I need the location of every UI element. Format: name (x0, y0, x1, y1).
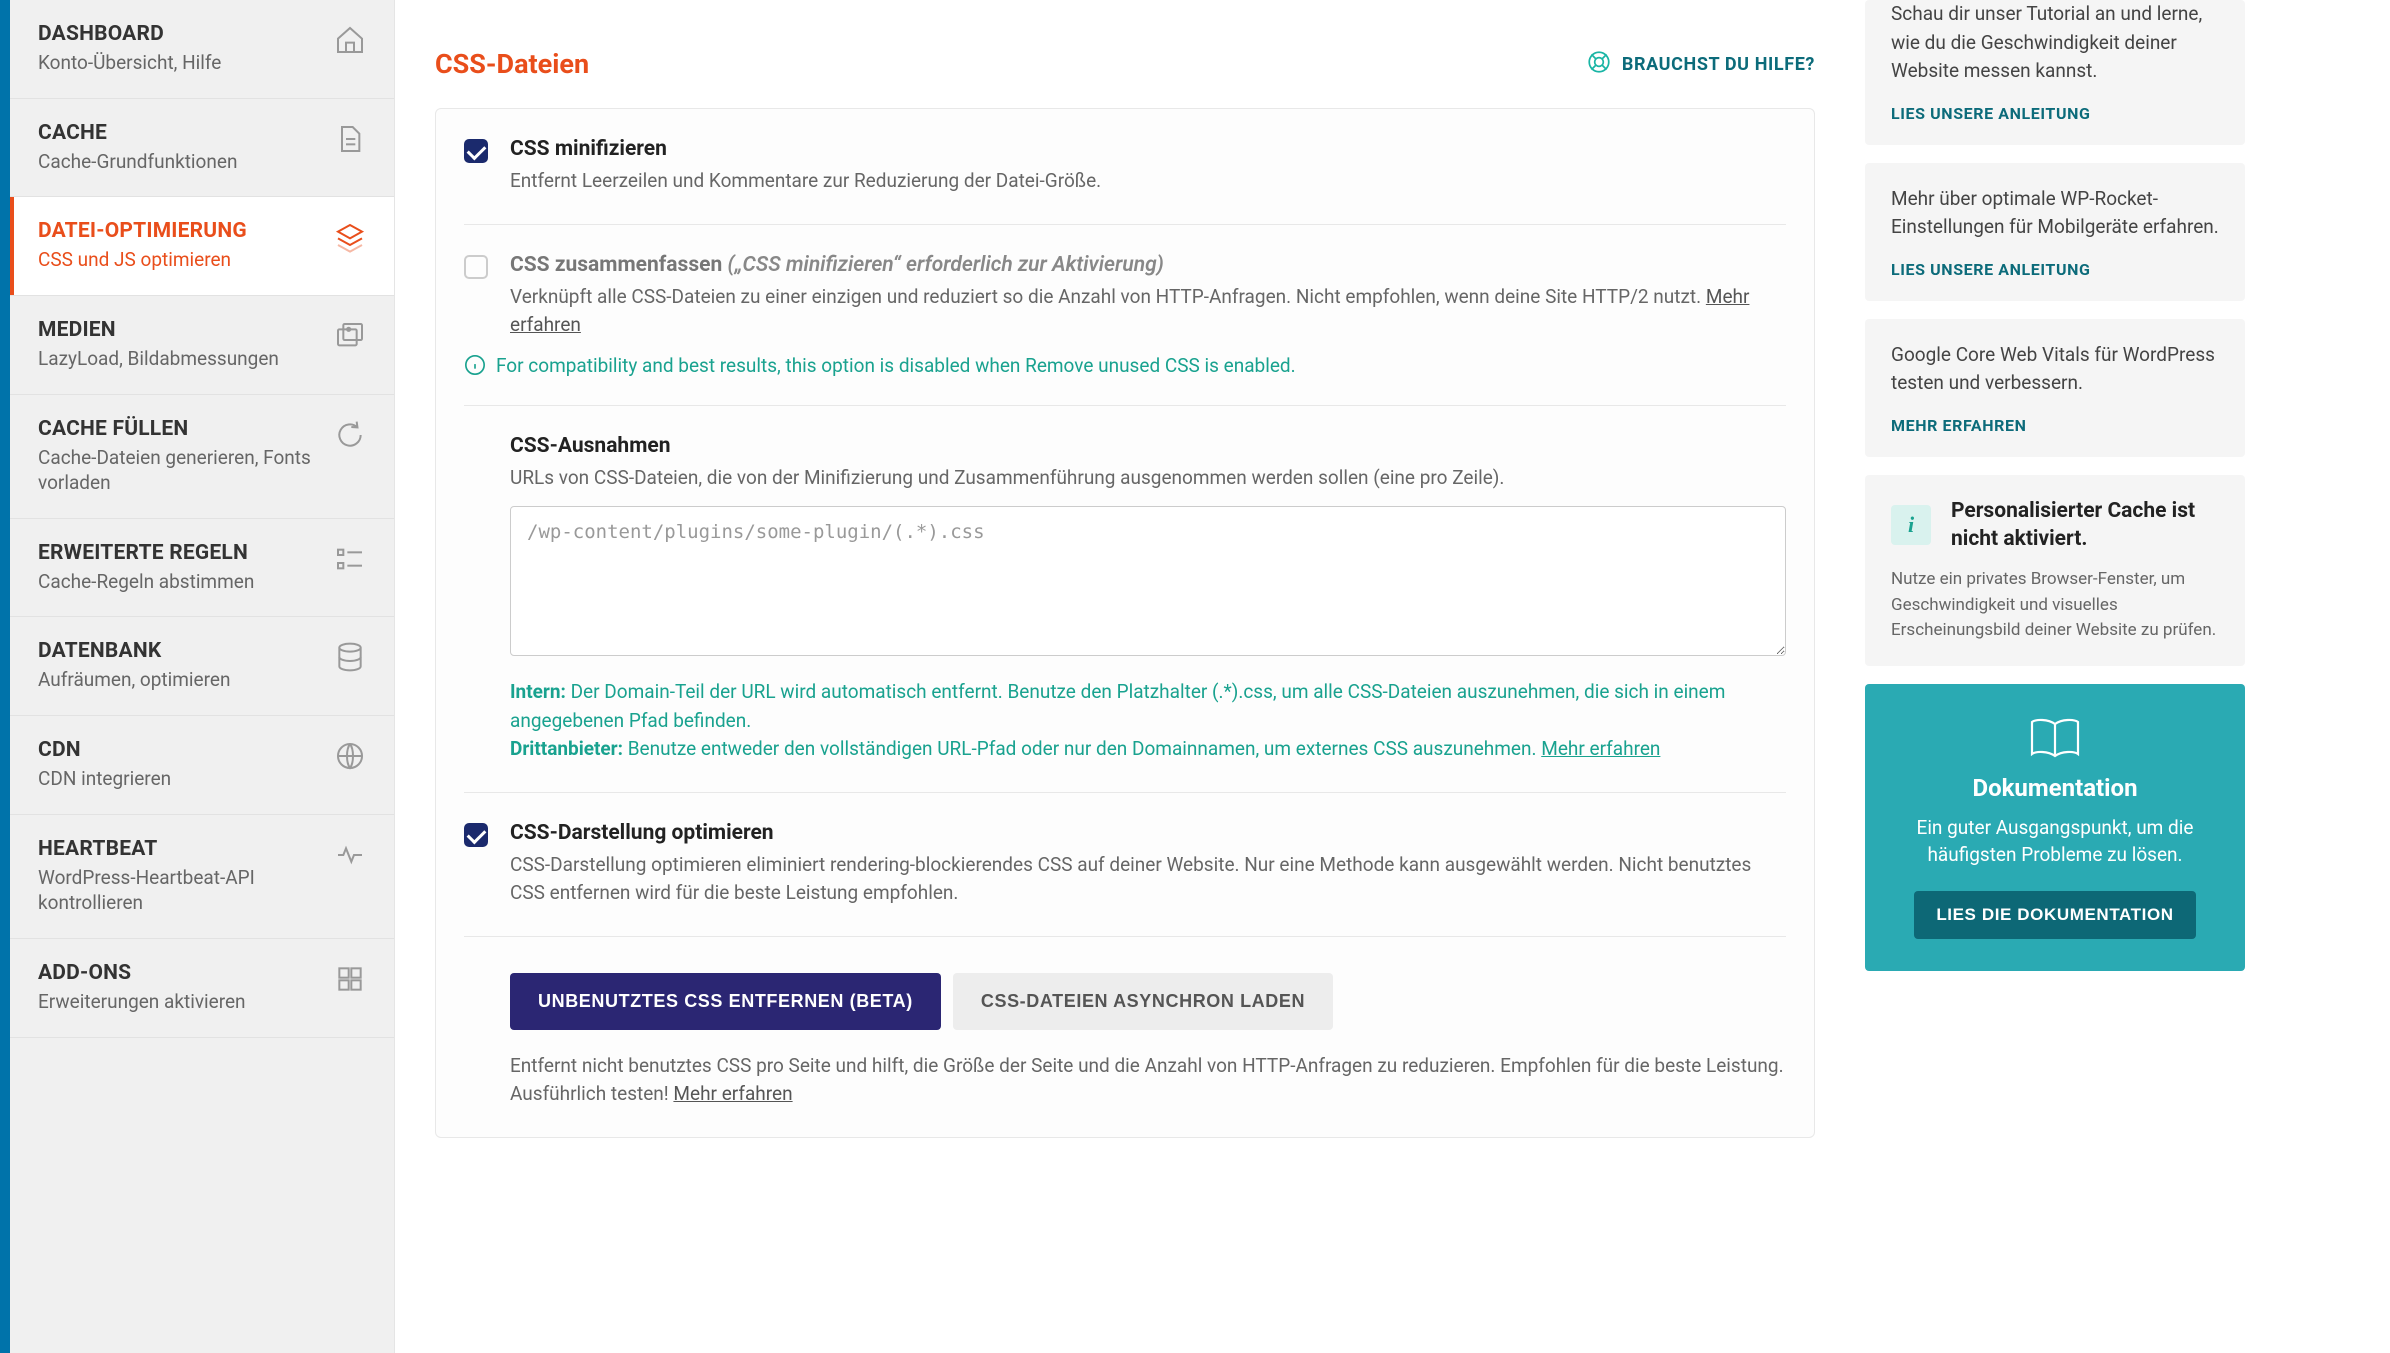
stack-icon (334, 221, 366, 253)
house-icon (334, 24, 366, 56)
css-exclusions-textarea[interactable] (510, 506, 1786, 656)
sidebar-item-sub: Konto-Übersicht, Hilfe (38, 50, 318, 76)
right-sidebar: Schau dir unser Tutorial an und lerne, w… (1855, 0, 2275, 1353)
sidebar-item-cache[interactable]: CACHE Cache-Grundfunktionen (10, 99, 394, 198)
help-link-label: BRAUCHST DU HILFE? (1622, 54, 1815, 75)
sidebar-item-sub: WordPress-Heartbeat-API kontrollieren (38, 865, 318, 916)
info-card-desc: Nutze ein privates Browser-Fenster, um G… (1891, 567, 2219, 644)
documentation-card: Dokumentation Ein guter Ausgangspunkt, u… (1865, 684, 2245, 971)
minify-css-checkbox[interactable] (464, 139, 488, 163)
load-css-async-button[interactable]: CSS-DATEIEN ASYNCHRON LADEN (953, 973, 1333, 1030)
sidebar-item-sub: Erweiterungen aktivieren (38, 989, 318, 1015)
optimize-css-method-row: UNBENUTZTES CSS ENTFERNEN (BETA) CSS-DAT… (464, 937, 1786, 1137)
sidebar-item-title: DATENBANK (38, 639, 318, 663)
tutorial-card-2: Mehr über optimale WP-Rocket-Einstellung… (1865, 163, 2245, 301)
personal-cache-info-card: i Personalisierter Cache ist nicht aktiv… (1865, 475, 2245, 666)
tutorial-card-1: Schau dir unser Tutorial an und lerne, w… (1865, 0, 2245, 145)
combine-css-label: CSS zusammenfassen („CSS minifizieren“ e… (510, 253, 1786, 277)
sidebar-item-sub: CSS und JS optimieren (38, 247, 318, 273)
sidebar-item-cache-f-llen[interactable]: CACHE FÜLLEN Cache-Dateien generieren, Fo… (10, 395, 394, 519)
lifebuoy-icon (1586, 49, 1612, 80)
sidebar-item-title: CDN (38, 738, 318, 762)
sidebar-item-datei-optimierung[interactable]: DATEI-OPTIMIERUNG CSS und JS optimieren (10, 197, 394, 296)
sidebar-item-sub: Aufräumen, optimieren (38, 667, 318, 693)
plugin-sidebar: DASHBOARD Konto-Übersicht, Hilfe CACHE Cach… (10, 0, 395, 1353)
info-icon: i (1891, 505, 1931, 545)
card-text: Mehr über optimale WP-Rocket-Einstellung… (1891, 185, 2219, 242)
sidebar-item-title: DATEI-OPTIMIERUNG (38, 219, 318, 243)
css-exclusions-title: CSS-Ausnahmen (510, 434, 1786, 458)
info-card-title: Personalisierter Cache ist nicht aktivie… (1951, 497, 2219, 554)
optimize-css-row: CSS-Darstellung optimieren CSS-Darstellu… (464, 793, 1786, 937)
doc-card-desc: Ein guter Ausgangspunkt, um die häufigst… (1891, 814, 2219, 869)
css-options-panel: CSS minifizieren Entfernt Leerzeilen und… (435, 108, 1815, 1138)
doc-card-title: Dokumentation (1891, 774, 2219, 802)
sidebar-item-cdn[interactable]: CDN CDN integrieren (10, 716, 394, 815)
card-link[interactable]: LIES UNSERE ANLEITUNG (1891, 104, 2090, 123)
css-exclusions-learn-more-link[interactable]: Mehr erfahren (1541, 737, 1660, 760)
sidebar-item-erweiterte-regeln[interactable]: ERWEITERTE REGELN Cache-Regeln abstimmen (10, 519, 394, 618)
wp-admin-sidebar-sliver (0, 0, 10, 1353)
combine-css-disabled-note: For compatibility and best results, this… (464, 348, 1786, 377)
combine-css-row: CSS zusammenfassen („CSS minifizieren“ e… (464, 225, 1786, 406)
sidebar-item-title: CACHE FÜLLEN (38, 417, 318, 441)
section-title: CSS-Dateien (435, 48, 589, 80)
sidebar-item-title: HEARTBEAT (38, 837, 318, 861)
main-content: CSS-Dateien BRAUCHST DU HILFE? CSS minif… (395, 0, 1855, 1353)
sidebar-item-datenbank[interactable]: DATENBANK Aufräumen, optimieren (10, 617, 394, 716)
globe-icon (334, 740, 366, 772)
book-icon (2028, 716, 2082, 760)
list-icon (334, 543, 366, 575)
combine-css-desc: Verknüpft alle CSS-Dateien zu einer einz… (510, 283, 1786, 340)
minify-css-row: CSS minifizieren Entfernt Leerzeilen und… (464, 109, 1786, 225)
css-exclusions-desc: URLs von CSS-Dateien, die von der Minifi… (510, 464, 1786, 493)
refresh-icon (334, 419, 366, 451)
remove-unused-css-desc: Entfernt nicht benutztes CSS pro Seite u… (510, 1052, 1786, 1109)
sidebar-item-heartbeat[interactable]: HEARTBEAT WordPress-Heartbeat-API kontrol… (10, 815, 394, 939)
sidebar-item-title: ADD-ONS (38, 961, 318, 985)
card-link[interactable]: LIES UNSERE ANLEITUNG (1891, 260, 2090, 279)
sidebar-item-title: MEDIEN (38, 318, 318, 342)
sidebar-item-sub: LazyLoad, Bildabmessungen (38, 346, 318, 372)
card-text: Schau dir unser Tutorial an und lerne, w… (1891, 0, 2219, 86)
css-exclusions-hint: Intern: Der Domain-Teil der URL wird aut… (510, 678, 1786, 764)
optimize-css-label: CSS-Darstellung optimieren (510, 821, 1786, 845)
sidebar-item-dashboard[interactable]: DASHBOARD Konto-Übersicht, Hilfe (10, 0, 394, 99)
card-link[interactable]: MEHR ERFAHREN (1891, 416, 2027, 435)
sidebar-item-sub: Cache-Grundfunktionen (38, 149, 318, 175)
db-icon (334, 641, 366, 673)
tutorial-card-3: Google Core Web Vitals für WordPress tes… (1865, 319, 2245, 457)
read-documentation-button[interactable]: LIES DIE DOKUMENTATION (1914, 891, 2195, 939)
css-method-toggle: UNBENUTZTES CSS ENTFERNEN (BETA) CSS-DAT… (510, 973, 1786, 1030)
cubes-icon (334, 963, 366, 995)
sidebar-item-sub: Cache-Regeln abstimmen (38, 569, 318, 595)
sidebar-item-title: DASHBOARD (38, 22, 318, 46)
optimize-css-checkbox[interactable] (464, 823, 488, 847)
sidebar-item-sub: CDN integrieren (38, 766, 318, 792)
images-icon (334, 320, 366, 352)
sidebar-item-title: CACHE (38, 121, 318, 145)
remove-unused-css-learn-more-link[interactable]: Mehr erfahren (673, 1082, 792, 1105)
help-link[interactable]: BRAUCHST DU HILFE? (1586, 49, 1815, 80)
minify-css-label: CSS minifizieren (510, 137, 1786, 161)
heart-icon (334, 839, 366, 871)
sidebar-item-add-ons[interactable]: ADD-ONS Erweiterungen aktivieren (10, 939, 394, 1038)
file-icon (334, 123, 366, 155)
sidebar-item-medien[interactable]: MEDIEN LazyLoad, Bildabmessungen (10, 296, 394, 395)
sidebar-item-title: ERWEITERTE REGELN (38, 541, 318, 565)
combine-css-checkbox (464, 255, 488, 279)
remove-unused-css-button[interactable]: UNBENUTZTES CSS ENTFERNEN (BETA) (510, 973, 941, 1030)
css-exclusions-row: CSS-Ausnahmen URLs von CSS-Dateien, die … (464, 406, 1786, 793)
sidebar-item-sub: Cache-Dateien generieren, Fonts vorladen (38, 445, 318, 496)
minify-css-desc: Entfernt Leerzeilen und Kommentare zur R… (510, 167, 1786, 196)
card-text: Google Core Web Vitals für WordPress tes… (1891, 341, 2219, 398)
optimize-css-desc: CSS-Darstellung optimieren eliminiert re… (510, 851, 1786, 908)
